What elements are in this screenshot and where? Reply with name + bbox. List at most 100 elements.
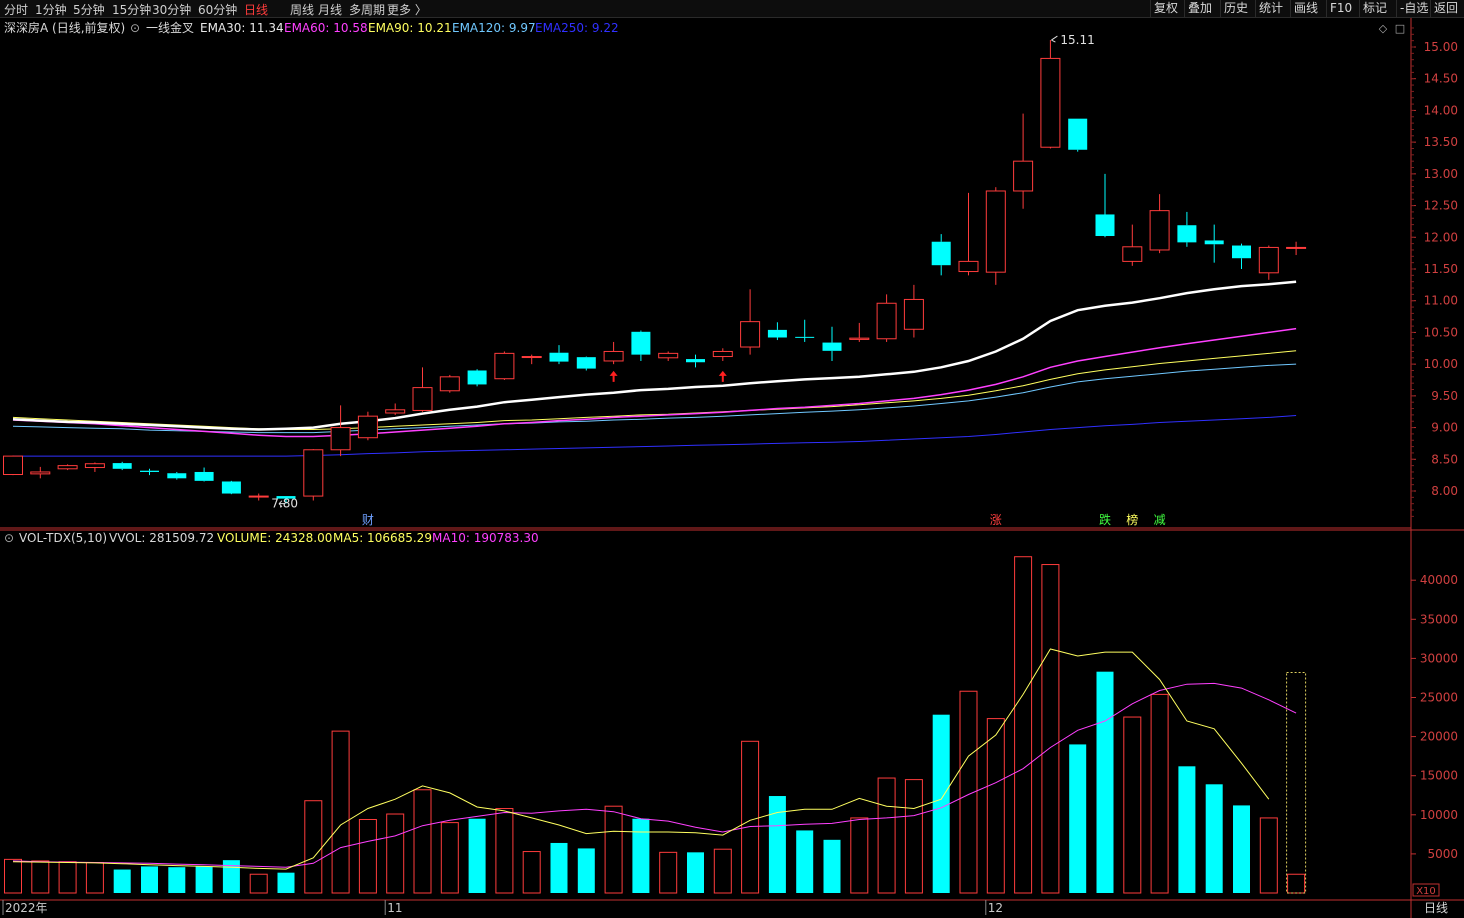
candle[interactable] xyxy=(385,409,406,414)
volume-bar[interactable] xyxy=(358,818,377,894)
toolbar-button-5[interactable]: F10 xyxy=(1326,0,1355,17)
volume-bar[interactable] xyxy=(331,730,350,894)
volume-bar[interactable] xyxy=(249,873,268,894)
candle[interactable] xyxy=(303,449,324,497)
volume-bar[interactable] xyxy=(768,796,786,893)
volume-bar[interactable] xyxy=(1287,873,1306,894)
candle[interactable] xyxy=(822,342,842,351)
candle[interactable] xyxy=(221,481,241,494)
volume-bar[interactable] xyxy=(440,822,459,894)
candle[interactable] xyxy=(1122,246,1143,262)
candle[interactable] xyxy=(494,352,515,380)
candle[interactable] xyxy=(1013,160,1034,192)
kline-chart[interactable]: 15.00 14.50 14.00 13.50 13.00 12.50 12.00 11.50… xyxy=(0,18,1464,918)
candle[interactable] xyxy=(1177,225,1197,243)
period-tab-8[interactable]: 月线 xyxy=(318,1,342,18)
candle[interactable] xyxy=(1286,246,1307,249)
candle[interactable] xyxy=(658,352,679,359)
volume-bar[interactable] xyxy=(1150,693,1169,894)
period-tab-1[interactable]: 1分钟 xyxy=(35,1,67,18)
period-tab-6[interactable]: 日线 xyxy=(244,1,268,18)
volume-bar[interactable] xyxy=(522,851,541,894)
volume-bar[interactable] xyxy=(386,813,405,894)
candle[interactable] xyxy=(357,415,378,439)
period-tab-5[interactable]: 60分钟 xyxy=(198,1,237,18)
candle[interactable] xyxy=(1232,245,1251,259)
volume-bar[interactable] xyxy=(1259,817,1278,894)
toolbar-button-7[interactable]: -自选 xyxy=(1396,0,1431,17)
volume-bar[interactable] xyxy=(4,858,22,894)
candle[interactable] xyxy=(439,376,460,392)
candle[interactable] xyxy=(248,495,269,498)
volume-bar[interactable] xyxy=(277,872,295,893)
candle[interactable] xyxy=(194,471,214,481)
candle[interactable] xyxy=(549,352,569,362)
volume-bar[interactable] xyxy=(659,851,678,894)
volume-bar[interactable] xyxy=(741,740,760,894)
period-tab-3[interactable]: 15分钟 xyxy=(112,1,151,18)
volume-bar[interactable] xyxy=(1069,744,1087,893)
period-tab-4[interactable]: 30分钟 xyxy=(152,1,191,18)
candle[interactable] xyxy=(57,465,78,470)
volume-bar[interactable] xyxy=(687,852,704,893)
candle[interactable] xyxy=(767,329,787,338)
volume-bar[interactable] xyxy=(141,866,158,893)
period-tab-10[interactable]: 更多 〉 xyxy=(387,1,427,18)
candle[interactable] xyxy=(3,455,23,476)
volume-bar[interactable] xyxy=(1014,556,1033,894)
volume-bar[interactable] xyxy=(113,869,131,893)
candle[interactable] xyxy=(631,331,651,355)
volume-bar[interactable] xyxy=(632,818,650,893)
volume-bar[interactable] xyxy=(550,842,568,893)
candle[interactable] xyxy=(330,427,351,451)
toolbar-button-1[interactable]: 叠加 xyxy=(1184,0,1215,17)
toolbar-button-0[interactable]: 复权 xyxy=(1150,0,1181,17)
period-tab-2[interactable]: 5分钟 xyxy=(73,1,105,18)
volume-bar[interactable] xyxy=(604,805,623,894)
volume-bar[interactable] xyxy=(713,848,732,894)
candle[interactable] xyxy=(1068,118,1088,150)
candle[interactable] xyxy=(112,463,132,469)
volume-bar[interactable] xyxy=(304,800,323,894)
volume-bar[interactable] xyxy=(986,718,1005,894)
volume-bar[interactable] xyxy=(1123,716,1142,894)
candle[interactable] xyxy=(985,190,1006,273)
toolbar-button-3[interactable]: 统计 xyxy=(1255,0,1286,17)
volume-bar[interactable] xyxy=(468,818,486,893)
period-tab-0[interactable]: 分时 xyxy=(4,1,28,18)
volume-bar[interactable] xyxy=(1041,564,1060,894)
period-tab-7[interactable]: 周线 xyxy=(290,1,314,18)
toolbar-button-2[interactable]: 历史 xyxy=(1220,0,1251,17)
volume-bar[interactable] xyxy=(850,817,869,894)
volume-bar[interactable] xyxy=(85,862,104,894)
candle[interactable] xyxy=(795,336,815,338)
candle[interactable] xyxy=(30,471,51,475)
volume-bar[interactable] xyxy=(1178,766,1196,893)
candle[interactable] xyxy=(603,350,624,362)
candle[interactable] xyxy=(1040,57,1061,148)
volume-bar[interactable] xyxy=(495,808,514,894)
candle[interactable] xyxy=(140,470,159,472)
volume-bar[interactable] xyxy=(904,779,923,894)
candle[interactable] xyxy=(903,298,924,330)
candle[interactable] xyxy=(1149,210,1170,251)
toolbar-button-6[interactable]: 标记 xyxy=(1359,0,1390,17)
candle[interactable] xyxy=(467,370,487,385)
candle[interactable] xyxy=(521,356,542,359)
volume-bar[interactable] xyxy=(168,867,186,893)
candle[interactable] xyxy=(712,350,733,358)
toolbar-button-8[interactable]: 返回 xyxy=(1430,0,1461,17)
volume-bar[interactable] xyxy=(195,866,213,893)
volume-bar[interactable] xyxy=(577,848,595,893)
volume-bar[interactable] xyxy=(932,714,950,893)
candle[interactable] xyxy=(931,241,951,266)
volume-bar[interactable] xyxy=(823,839,841,893)
candle[interactable] xyxy=(412,387,433,411)
volume-bar[interactable] xyxy=(1233,805,1250,893)
candle[interactable] xyxy=(84,463,105,469)
candle[interactable] xyxy=(576,357,596,369)
candle[interactable] xyxy=(1258,246,1279,274)
candle[interactable] xyxy=(167,473,187,479)
volume-bar[interactable] xyxy=(413,789,432,894)
candle[interactable] xyxy=(958,260,979,273)
